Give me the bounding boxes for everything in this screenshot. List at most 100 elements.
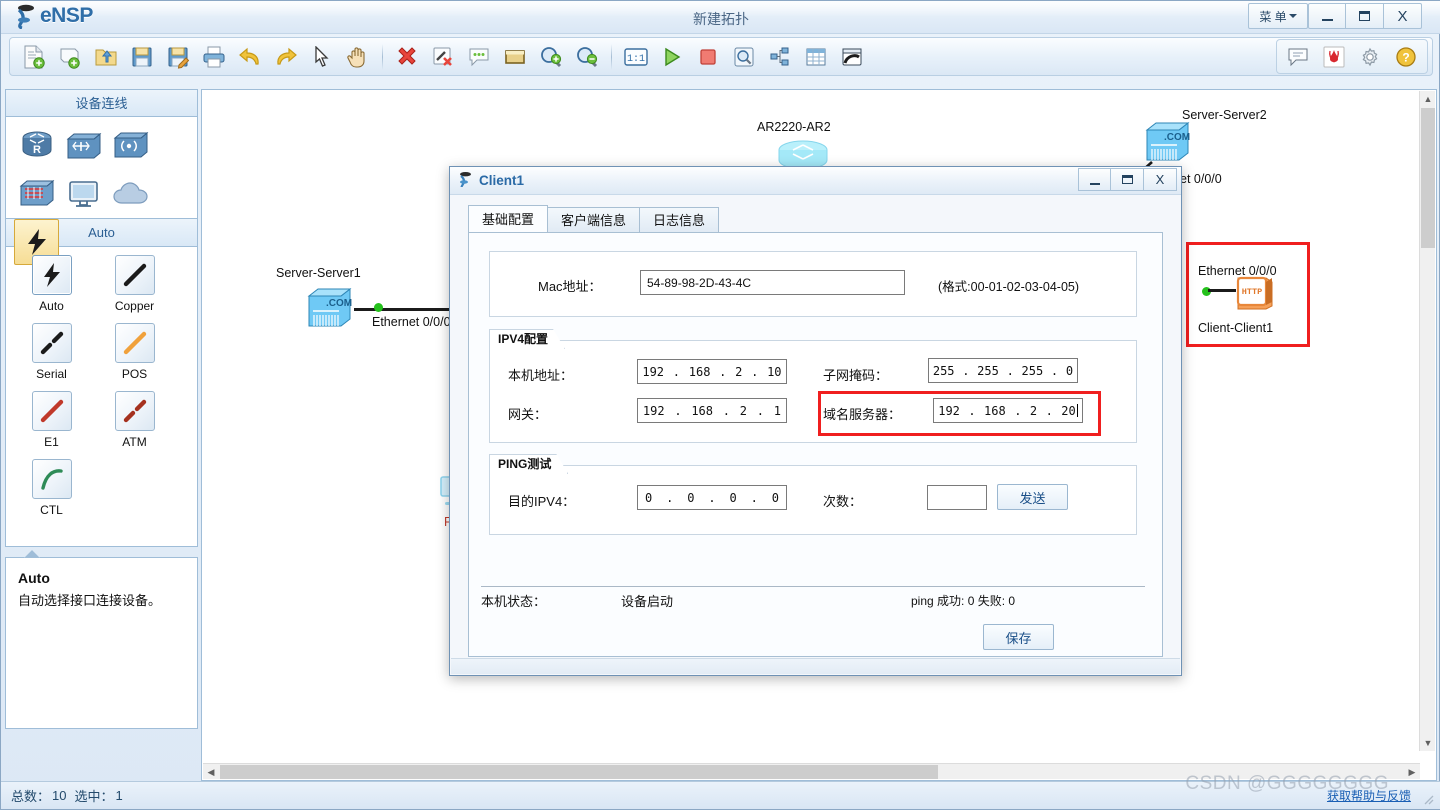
help-icon[interactable]: ?: [1390, 40, 1422, 74]
line-item-copper[interactable]: Copper: [93, 255, 176, 313]
topology-tree-icon[interactable]: [764, 40, 796, 74]
wlan-device-icon[interactable]: [108, 123, 153, 169]
tooltip-panel: Auto 自动选择接口连接设备。: [5, 550, 198, 729]
comment-icon[interactable]: [463, 40, 495, 74]
firewall-device-icon[interactable]: [14, 171, 59, 217]
gateway-octet-2: 168: [691, 403, 714, 418]
chevron-down-icon: [1288, 14, 1297, 18]
scroll-left-icon[interactable]: ◀: [203, 764, 219, 780]
svg-text:R: R: [33, 144, 41, 156]
mac-address-input[interactable]: 54-89-98-2D-43-4C: [640, 270, 905, 295]
rectangle-icon[interactable]: [499, 40, 531, 74]
one-to-one-icon[interactable]: 1:1: [620, 40, 652, 74]
delete-link-icon[interactable]: [427, 40, 459, 74]
line-item-atm[interactable]: ATM: [93, 391, 176, 449]
local-address-input[interactable]: 192. 168. 2. 10: [637, 359, 787, 384]
tooltip-arrow-icon: [24, 550, 40, 558]
save-button[interactable]: 保存: [983, 624, 1054, 650]
node-label-client1: Client-Client1: [1198, 321, 1274, 335]
console-icon[interactable]: [836, 40, 868, 74]
ctl-link-icon: [31, 459, 72, 499]
status-bar: 总数： 10 选中： 1: [1, 781, 1440, 809]
canvas-horizontal-scrollbar[interactable]: ◀ ▶: [203, 763, 1420, 779]
device-panel-header: 设备连线: [5, 89, 198, 117]
ping-dest-octet-2: 0: [687, 490, 695, 505]
iface-label-server1: Ethernet 0/0/0: [372, 315, 451, 329]
window-minimize-button[interactable]: [1308, 3, 1346, 29]
line-item-serial[interactable]: Serial: [10, 323, 93, 381]
capture-packet-icon[interactable]: [728, 40, 760, 74]
client1-dialog: Client1 X 基础配置 客户端信息 日志信息 Mac地址： 54-89-9…: [449, 166, 1182, 676]
zoom-in-icon[interactable]: [535, 40, 567, 74]
tab-client-info[interactable]: 客户端信息: [547, 207, 641, 233]
status-divider: [481, 586, 1145, 587]
print-icon[interactable]: [198, 40, 230, 74]
stop-device-icon[interactable]: [692, 40, 724, 74]
link-client1[interactable]: [1208, 289, 1236, 292]
vertical-scroll-thumb[interactable]: [1421, 108, 1435, 248]
svg-text:?: ?: [1402, 50, 1409, 64]
node-client1[interactable]: HTTP: [1234, 272, 1276, 315]
mac-format-hint: (格式:00-01-02-03-04-05): [938, 280, 1080, 294]
ping-dest-octet-1: 0: [644, 490, 653, 505]
new-topology-icon[interactable]: [18, 40, 50, 74]
pointer-icon[interactable]: [306, 40, 338, 74]
window-close-button[interactable]: X: [1384, 3, 1422, 29]
horizontal-scroll-thumb[interactable]: [220, 765, 938, 779]
tab-basic-config[interactable]: 基础配置: [468, 205, 549, 233]
open-folder-icon[interactable]: [90, 40, 122, 74]
toolbar-separator: [382, 43, 383, 70]
maximize-icon: [1359, 11, 1370, 21]
help-feedback-link[interactable]: 获取帮助与反馈: [1327, 787, 1411, 804]
grid-icon[interactable]: [800, 40, 832, 74]
local-status-value: 设备启动: [621, 594, 674, 609]
window-maximize-button[interactable]: [1346, 3, 1384, 29]
link-server1[interactable]: [354, 308, 450, 311]
line-item-ctl[interactable]: CTL: [10, 459, 93, 517]
scroll-up-icon[interactable]: ▲: [1420, 91, 1436, 107]
dialog-maximize-button[interactable]: [1111, 168, 1144, 191]
save-icon[interactable]: [126, 40, 158, 74]
subnet-mask-input[interactable]: 255. 255. 255. 0: [928, 358, 1078, 383]
gateway-input[interactable]: 192. 168. 2. 1: [637, 398, 787, 423]
start-device-icon[interactable]: [656, 40, 688, 74]
ping-count-input[interactable]: [927, 485, 987, 510]
menu-button[interactable]: 菜 单: [1248, 3, 1308, 29]
scroll-right-icon[interactable]: ▶: [1404, 764, 1420, 780]
delete-icon[interactable]: [391, 40, 423, 74]
ping-test-group: PING测试 目的IPV4： 0. 0. 0. 0 次数： 发送: [489, 465, 1137, 535]
line-item-auto[interactable]: Auto: [10, 255, 93, 313]
router-device-icon[interactable]: R: [14, 123, 59, 169]
pos-link-icon: [114, 323, 155, 363]
feedback-icon[interactable]: [1282, 40, 1314, 74]
lines-palette: Auto Copper Serial POS E1 ATM CTL: [5, 247, 198, 547]
hand-icon[interactable]: [342, 40, 374, 74]
settings-gear-icon[interactable]: [1354, 40, 1386, 74]
save-as-icon[interactable]: [162, 40, 194, 74]
line-item-e1[interactable]: E1: [10, 391, 93, 449]
dns-input[interactable]: 192. 168. 2. 20: [933, 398, 1083, 423]
ping-dest-input[interactable]: 0. 0. 0. 0: [637, 485, 787, 510]
scroll-down-icon[interactable]: ▼: [1420, 735, 1436, 751]
line-item-pos[interactable]: POS: [93, 323, 176, 381]
tab-log-info[interactable]: 日志信息: [639, 207, 720, 233]
canvas-vertical-scrollbar[interactable]: ▲ ▼: [1419, 91, 1435, 751]
send-button[interactable]: 发送: [997, 484, 1068, 510]
cloud-device-icon[interactable]: [108, 171, 153, 217]
resize-grip-icon[interactable]: [1422, 793, 1434, 805]
new-device-icon[interactable]: [54, 40, 86, 74]
svg-text:.COM: .COM: [1164, 132, 1190, 143]
terminal-device-icon[interactable]: [61, 171, 106, 217]
zoom-out-icon[interactable]: [571, 40, 603, 74]
switch-device-icon[interactable]: [61, 123, 106, 169]
dialog-close-button[interactable]: X: [1144, 168, 1177, 191]
local-address-octet-2: 168: [688, 364, 711, 379]
redo-icon[interactable]: [270, 40, 302, 74]
dialog-minimize-button[interactable]: [1078, 168, 1111, 191]
tooltip-body: 自动选择接口连接设备。: [18, 593, 162, 608]
subnet-mask-octet-2: 255: [977, 363, 999, 378]
node-server1[interactable]: .COM: [306, 286, 354, 335]
dns-octet-2: 168: [984, 403, 1006, 418]
undo-icon[interactable]: [234, 40, 266, 74]
huawei-logo-icon[interactable]: [1318, 40, 1350, 74]
